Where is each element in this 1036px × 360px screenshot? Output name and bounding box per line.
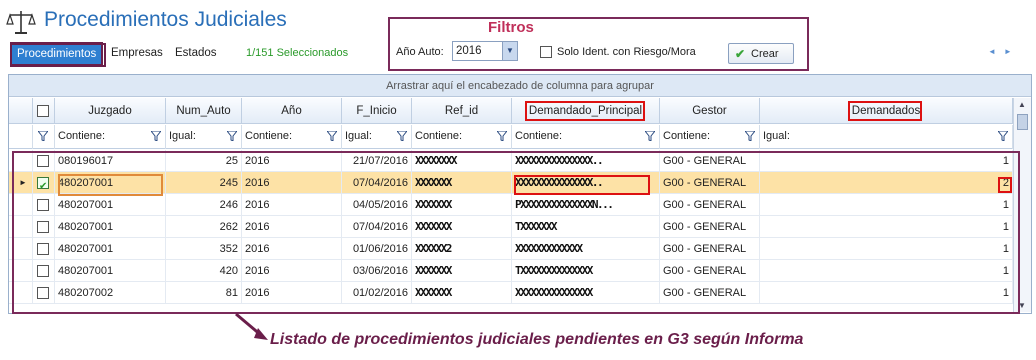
riesgo-label: Solo Ident. con Riesgo/Mora <box>557 46 696 58</box>
chevron-down-icon[interactable]: ▼ <box>502 42 517 60</box>
filter-gestor-op: Contiene: <box>663 130 711 142</box>
demandado-header-highlight <box>525 101 645 121</box>
filter-demandado-principal[interactable]: Contiene: <box>512 125 660 149</box>
filter-ref-id[interactable]: Contiene: <box>412 125 512 149</box>
scroll-thumb[interactable] <box>1017 114 1028 130</box>
ano-auto-select[interactable]: 2016 ▼ <box>452 41 518 61</box>
filter-juzgado-op: Contiene: <box>58 130 106 142</box>
filter-ano[interactable]: Contiene: <box>242 125 342 149</box>
funnel-icon[interactable] <box>151 131 161 141</box>
funnel-icon[interactable] <box>497 131 507 141</box>
ano-auto-label: Año Auto: <box>396 46 444 58</box>
scales-of-justice-icon <box>6 11 36 34</box>
caption-text: Listado de procedimientos judiciales pen… <box>270 331 804 348</box>
app-title: Procedimientos Judiciales <box>44 8 287 31</box>
tab-scroll-arrows-icon[interactable]: ◄► <box>988 47 1020 56</box>
filter-f-inicio[interactable]: Igual: <box>342 125 412 149</box>
funnel-icon[interactable] <box>227 131 237 141</box>
group-by-panel[interactable]: Arrastrar aquí el encabezado de columna … <box>9 75 1031 97</box>
funnel-icon[interactable] <box>397 131 407 141</box>
selection-count: 1/151 Seleccionados <box>246 47 349 59</box>
funnel-icon[interactable] <box>38 131 48 141</box>
filters-title: Filtros <box>488 19 534 36</box>
col-gestor[interactable]: Gestor <box>660 98 760 124</box>
tab-empresas[interactable]: Empresas <box>106 42 168 64</box>
filter-row: Contiene: Igual: Contiene: Igual: Contie… <box>9 125 1013 149</box>
tab-annotation-outline <box>10 43 106 67</box>
select-all-header[interactable] <box>33 98 55 124</box>
arrow-pointer-icon <box>235 312 268 340</box>
filter-demandados-op: Igual: <box>763 130 790 142</box>
filter-row-indicator <box>9 125 33 149</box>
filter-f-inicio-op: Igual: <box>345 130 372 142</box>
select-all-checkbox[interactable] <box>37 105 49 117</box>
col-ref-id[interactable]: Ref_id <box>412 98 512 124</box>
filter-demandado-principal-op: Contiene: <box>515 130 563 142</box>
filter-num-auto[interactable]: Igual: <box>166 125 242 149</box>
scroll-up-icon[interactable]: ▲ <box>1018 100 1026 109</box>
filter-clear-cell[interactable] <box>33 125 55 149</box>
demandado-cell-highlight <box>514 175 650 195</box>
filter-demandados[interactable]: Igual: <box>760 125 1013 149</box>
funnel-icon[interactable] <box>327 131 337 141</box>
demandados-cell-highlight <box>998 177 1012 193</box>
filter-num-auto-op: Igual: <box>169 130 196 142</box>
crear-button[interactable]: ✔ Crear <box>728 43 794 64</box>
filter-ref-id-op: Contiene: <box>415 130 463 142</box>
col-f-inicio[interactable]: F_Inicio <box>342 98 412 124</box>
demandados-header-highlight <box>848 101 922 121</box>
ano-auto-value: 2016 <box>456 45 482 57</box>
crear-label: Crear <box>751 48 779 60</box>
filter-gestor[interactable]: Contiene: <box>660 125 760 149</box>
funnel-icon[interactable] <box>998 131 1008 141</box>
checkmark-icon: ✔ <box>735 47 746 61</box>
juzgado-cell-highlight <box>58 174 163 196</box>
funnel-icon[interactable] <box>645 131 655 141</box>
filter-ano-op: Contiene: <box>245 130 293 142</box>
filter-juzgado[interactable]: Contiene: <box>55 125 166 149</box>
row-indicator-header <box>9 98 33 124</box>
riesgo-checkbox[interactable] <box>540 46 552 58</box>
col-ano[interactable]: Año <box>242 98 342 124</box>
funnel-icon[interactable] <box>745 131 755 141</box>
tab-estados[interactable]: Estados <box>170 42 222 64</box>
col-num-auto[interactable]: Num_Auto <box>166 98 242 124</box>
col-juzgado[interactable]: Juzgado <box>55 98 166 124</box>
